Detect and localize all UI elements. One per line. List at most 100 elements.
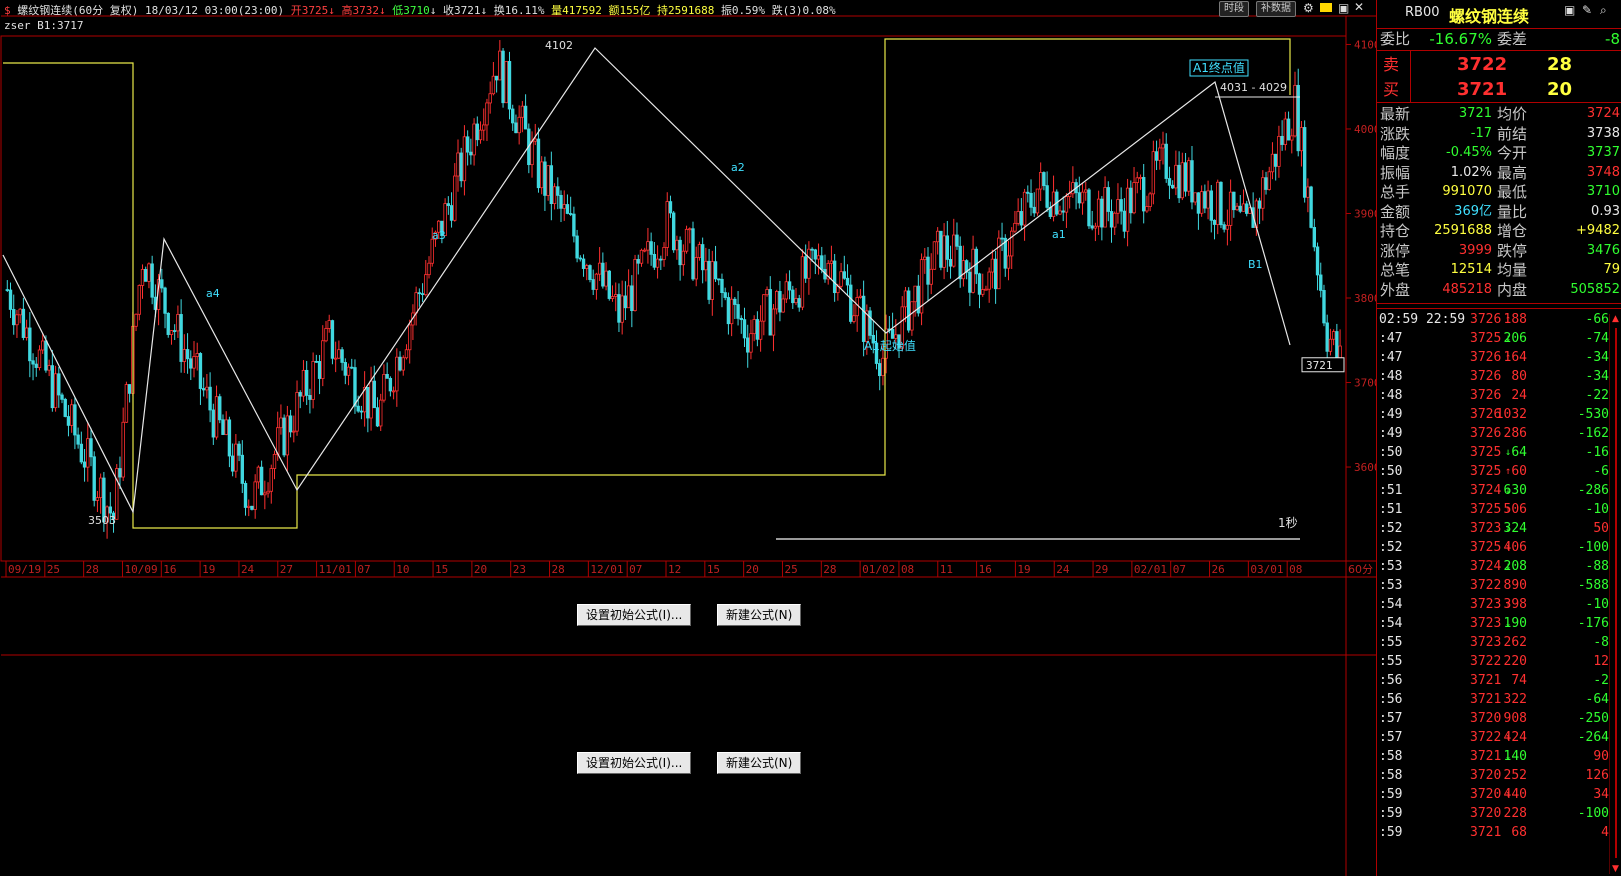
candle-body xyxy=(1174,164,1178,189)
candle-body xyxy=(749,333,753,353)
candle-body xyxy=(311,360,315,400)
candle-body xyxy=(507,61,512,110)
toolbox-icon[interactable] xyxy=(1320,3,1332,12)
candle-body xyxy=(517,116,521,134)
candle-body xyxy=(536,138,541,189)
chart-area[interactable]: 4100 4000 3900 3800 3700 3600 09/19 25 28 10/09 16… xyxy=(0,0,1376,876)
stat-label: 总手 xyxy=(1380,183,1411,201)
new-formula-button-2[interactable]: 新建公式(N) xyxy=(717,752,802,774)
candle-body xyxy=(321,340,325,379)
close-icon[interactable]: ✕ xyxy=(1354,0,1364,14)
candle-body xyxy=(324,328,328,342)
buy-row[interactable]: 买 3721 20 xyxy=(1377,78,1621,102)
candle-body xyxy=(1158,147,1162,161)
candle-body xyxy=(810,248,814,251)
timeshare-button[interactable]: 时段 xyxy=(1219,1,1249,17)
candle-body xyxy=(948,259,953,267)
tick-list[interactable]: 02:59 22:59 3726 ↑ 188 -66:47 3725 ↓ 206 -74:47 3… xyxy=(1377,310,1621,876)
candle-body xyxy=(832,260,837,294)
candle-body xyxy=(961,260,966,280)
candle-body xyxy=(472,123,476,156)
window-icon[interactable]: ▣ xyxy=(1564,3,1575,17)
stat-label: 增仓 xyxy=(1497,222,1528,240)
supplement-data-button[interactable]: 补数据 xyxy=(1256,1,1296,17)
candle-body xyxy=(755,319,760,340)
candle-body xyxy=(591,279,595,290)
candle-body xyxy=(227,419,232,457)
candle-body xyxy=(469,151,473,156)
candle-body xyxy=(1100,198,1104,228)
sell-row[interactable]: 卖 3722 28 xyxy=(1377,53,1621,77)
candle-body xyxy=(697,244,702,258)
candle-body xyxy=(369,380,373,419)
candle-body xyxy=(475,123,479,141)
candle-body xyxy=(945,235,950,260)
candle-body xyxy=(95,497,100,501)
set-init-formula-button-2[interactable]: 设置初始公式(I)... xyxy=(577,752,692,774)
candle-body xyxy=(53,373,58,409)
candle-body xyxy=(1042,172,1046,187)
candle-body xyxy=(736,304,740,319)
candle-body xyxy=(462,136,467,182)
candle-body xyxy=(926,256,930,285)
pin-icon[interactable]: ✎ xyxy=(1582,3,1592,17)
candle-body xyxy=(1190,160,1194,203)
candle-body xyxy=(1206,190,1210,209)
candle-body xyxy=(800,256,805,308)
tick-row: :53 3722 890 -588 xyxy=(1377,576,1609,595)
candle-body xyxy=(1080,191,1085,204)
lock-icon[interactable]: ▣ xyxy=(1338,1,1349,15)
candle-body xyxy=(73,404,77,436)
search-icon[interactable]: ⌕ xyxy=(1600,3,1607,18)
candle-body xyxy=(993,258,998,290)
candle-body xyxy=(243,483,248,508)
stats-row: 振幅 1.02% 最高 3748 xyxy=(1377,163,1621,183)
candle-body xyxy=(868,310,872,336)
stat-label: 均量 xyxy=(1497,261,1528,279)
tick-diff: -2 xyxy=(1593,673,1609,688)
tick-time: :49 xyxy=(1379,407,1403,422)
candle-body xyxy=(1170,184,1175,189)
tick-row: :47 3725 ↓ 206 -74 xyxy=(1377,329,1609,348)
indicator-line: zser B1:3717 xyxy=(4,19,84,32)
candle-body xyxy=(340,349,344,363)
set-init-formula-button-1[interactable]: 设置初始公式(I)... xyxy=(577,604,692,626)
candle-body xyxy=(1199,191,1204,214)
wave-b1-label: B1 xyxy=(1248,258,1263,271)
amount-value: 额155亿 xyxy=(608,4,651,17)
candle-body xyxy=(1187,160,1191,192)
high-value: 高3732 xyxy=(341,4,379,17)
candle-body xyxy=(1077,192,1081,204)
x-tick-label: 28 xyxy=(823,563,836,576)
candle-body xyxy=(1238,205,1242,212)
candle-body xyxy=(314,360,319,363)
stat-value: 3710 xyxy=(1586,184,1620,199)
chart-header: $ 螺纹钢连续(60分 复权) 18/03/12 03:00(23:00) 开3… xyxy=(4,4,836,17)
new-formula-button-1[interactable]: 新建公式(N) xyxy=(717,604,802,626)
tick-volume: 252 xyxy=(1503,768,1527,783)
tick-time: :57 xyxy=(1379,711,1403,726)
tick-volume: 208 xyxy=(1503,559,1527,574)
tick-time: :49 xyxy=(1379,426,1403,441)
candle-body xyxy=(1125,187,1130,232)
turnover-value: 换16.11% xyxy=(493,4,545,17)
settings-gear-icon[interactable]: ⚙ xyxy=(1303,1,1314,15)
y-tick-label: 4100 xyxy=(1354,38,1376,51)
candle-body xyxy=(533,138,537,142)
stat-value: 12514 xyxy=(1450,262,1492,277)
candle-body xyxy=(710,261,715,300)
candlestick-chart[interactable]: 4100 4000 3900 3800 3700 3600 09/19 25 28 10/09 16… xyxy=(0,0,1376,876)
tick-diff: 126 xyxy=(1585,768,1609,783)
x-tick-label: 12/01 xyxy=(590,563,623,576)
candle-body xyxy=(597,262,602,275)
candle-body xyxy=(530,140,534,166)
low-label: 3503 xyxy=(88,514,116,527)
tick-scrollbar[interactable]: ▲ ▼ xyxy=(1609,314,1621,874)
tick-time: :55 xyxy=(1379,654,1403,669)
commission-ratio-label: 委比 xyxy=(1380,30,1411,48)
tick-time: :59 xyxy=(1379,806,1403,821)
candle-body xyxy=(395,356,399,392)
candle-body xyxy=(304,369,309,396)
tick-time: :50 xyxy=(1379,464,1403,479)
candle-body xyxy=(578,257,583,260)
